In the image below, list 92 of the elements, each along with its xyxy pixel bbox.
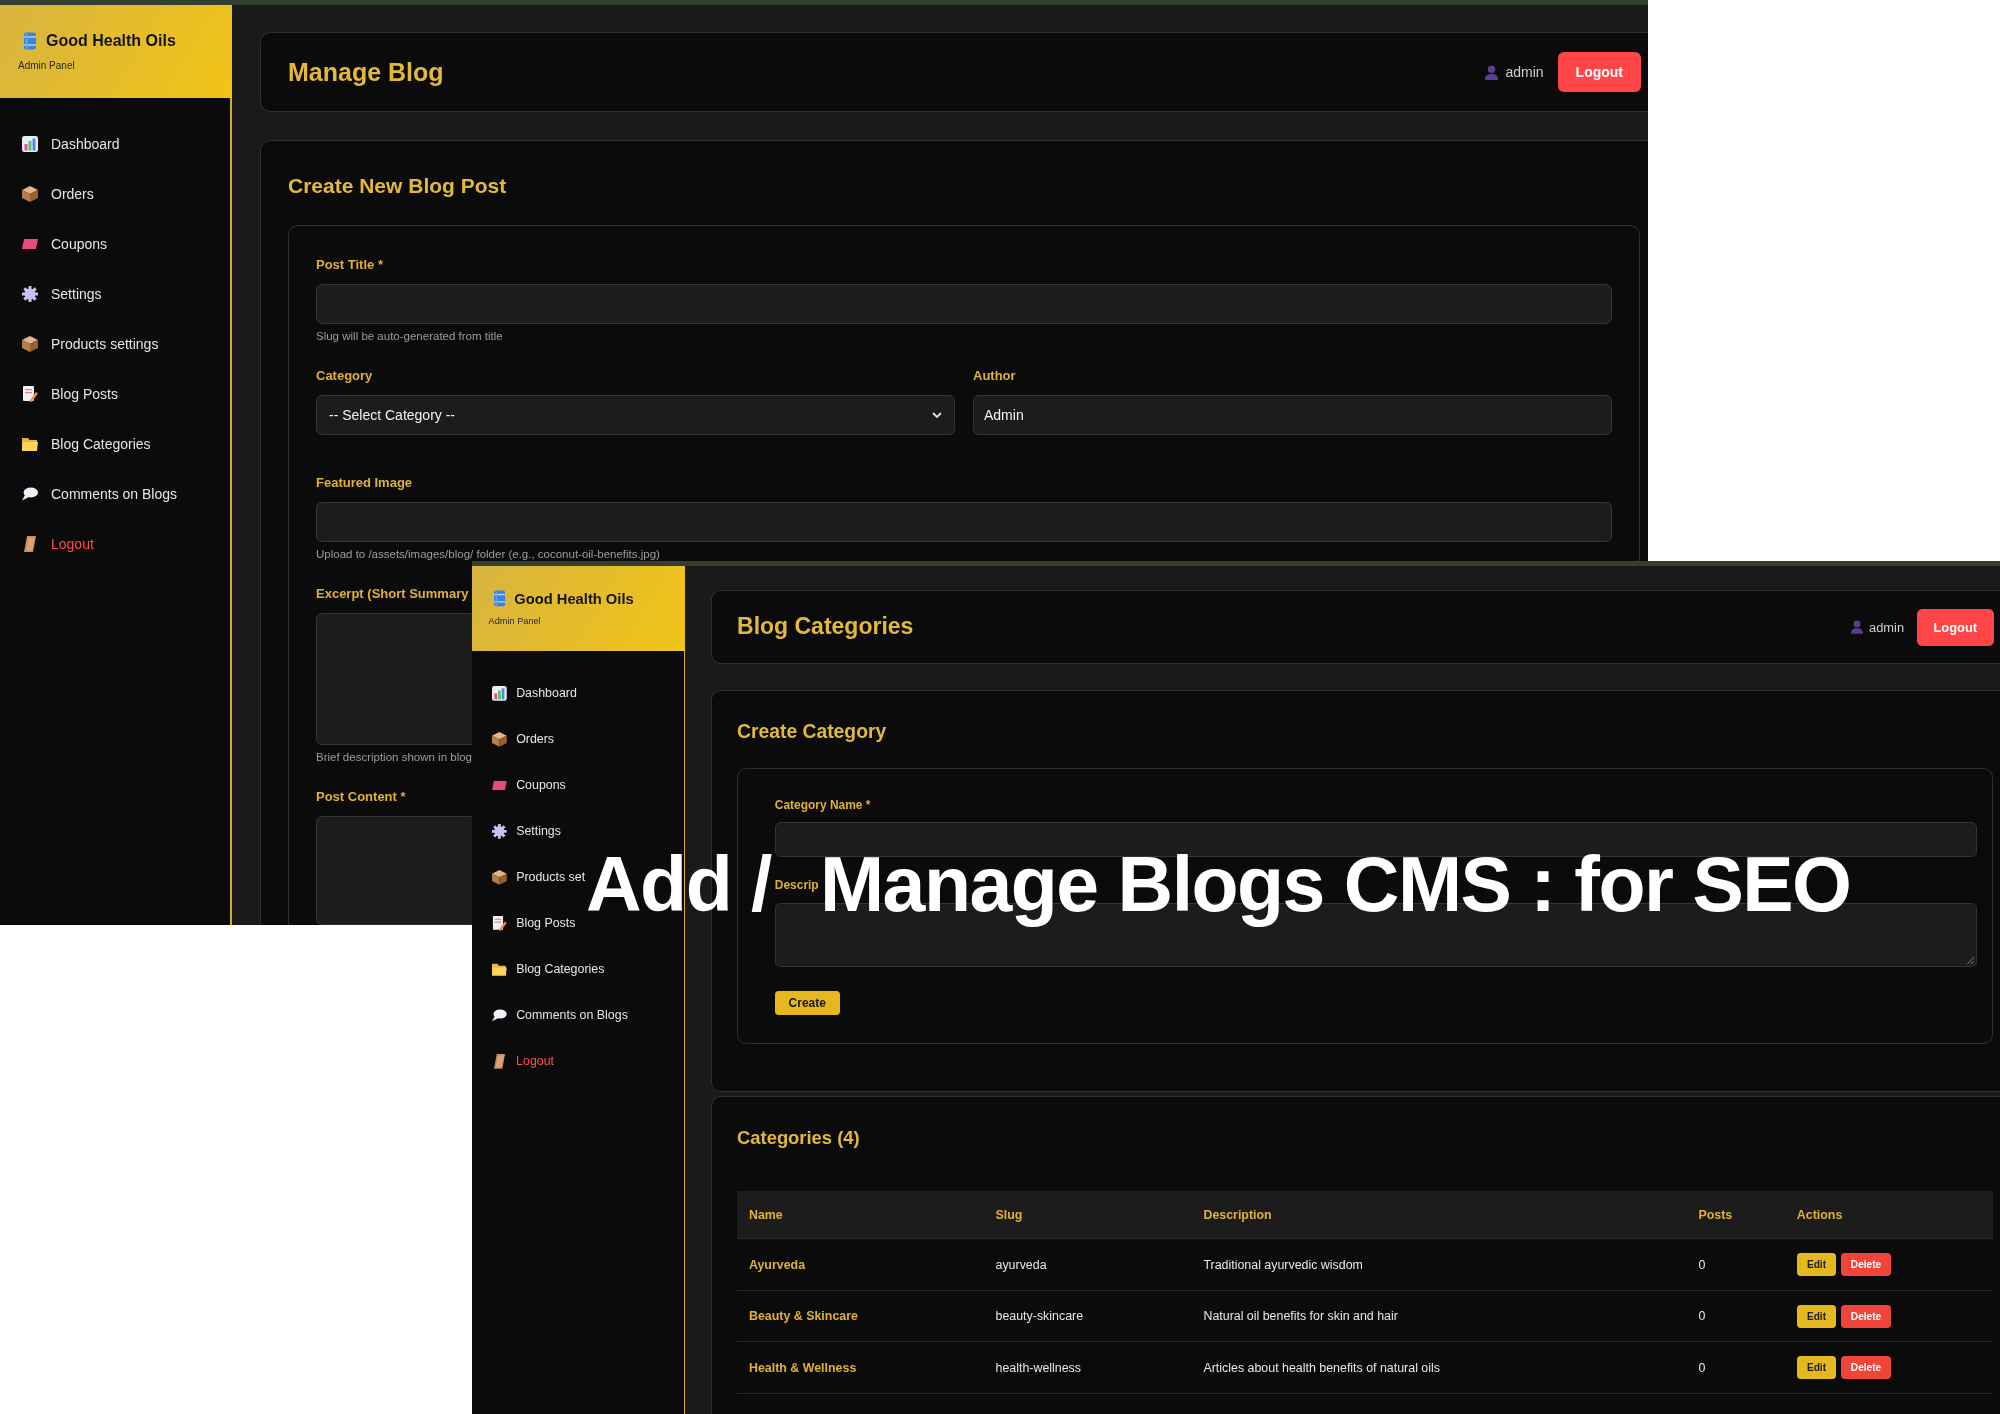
field-label: Post Content * [316, 789, 406, 805]
nav-link[interactable]: Products set [492, 869, 586, 886]
ticket-icon [492, 780, 507, 790]
nav-link[interactable]: Comments on Blogs [22, 485, 178, 503]
bar-chart-icon [492, 686, 507, 701]
table-cell: 0 [1698, 1309, 1706, 1324]
table-cell: ayurveda [995, 1257, 1047, 1272]
help-text: Brief description shown in blog [316, 751, 472, 763]
speech-bubble-icon [22, 486, 38, 502]
column-header: Actions [1796, 1207, 1843, 1222]
section-title: Create Category [737, 721, 887, 744]
oil-drum-icon [494, 590, 506, 607]
nav-link[interactable]: Settings [22, 285, 102, 303]
edit-button[interactable]: Edit [1796, 1253, 1837, 1276]
nav-link[interactable]: Products settings [22, 335, 159, 353]
door-icon [494, 1053, 506, 1069]
package-icon [492, 732, 507, 747]
section-title: Create New Blog Post [288, 174, 507, 198]
nav-link[interactable]: Logout [22, 535, 94, 553]
user-icon [1485, 64, 1499, 80]
nav-link[interactable]: Dashboard [22, 135, 120, 153]
nav-link[interactable]: Logout [492, 1053, 555, 1070]
table-cell: Beauty & Skincare [748, 1309, 858, 1324]
nav-link[interactable]: Blog Categories [22, 435, 151, 453]
nav-link[interactable]: Settings [492, 823, 561, 840]
brand-name: Good Health Oils [514, 589, 634, 608]
speech-bubble-icon [492, 1007, 507, 1023]
oil-drum-icon [24, 32, 36, 50]
page-title: Blog Categories [737, 613, 914, 641]
door-icon [24, 536, 36, 552]
package-icon [22, 336, 38, 352]
brand-subtitle: Admin Panel [488, 616, 541, 628]
field-label: Post Title * [316, 257, 383, 273]
field-label: Category [316, 368, 373, 384]
section-title: Categories (4) [737, 1127, 860, 1150]
edit-button[interactable]: Edit [1796, 1304, 1837, 1328]
nav-link[interactable]: Orders [22, 185, 94, 203]
package-icon [22, 186, 38, 202]
field-label: Category Name * [774, 797, 871, 813]
bar-chart-icon [22, 136, 38, 152]
field-label: Descrip [774, 878, 819, 894]
table-cell: beauty-skincare [995, 1309, 1084, 1324]
user-icon [1850, 620, 1863, 635]
nav-link[interactable]: Comments on Blogs [492, 1007, 628, 1024]
table-cell: Health & Wellness [748, 1360, 857, 1375]
table-cell: Natural oil benefits for skin and hair [1203, 1309, 1398, 1324]
settings-icon [492, 824, 507, 839]
table-cell: 0 [1698, 1360, 1706, 1375]
column-header: Name [748, 1207, 783, 1222]
nav-link[interactable]: Blog Posts [22, 385, 118, 403]
nav-link[interactable]: Dashboard [492, 685, 577, 702]
table-cell: health-wellness [995, 1360, 1082, 1375]
brand-name: Good Health Oils [46, 31, 176, 51]
delete-button[interactable]: Delete [1840, 1304, 1892, 1328]
ticket-icon [22, 239, 38, 249]
column-header: Slug [995, 1207, 1023, 1222]
table-cell: Articles about health benefits of natural oils [1203, 1360, 1440, 1375]
folder-icon [22, 436, 38, 452]
nav-link[interactable]: Coupons [492, 777, 566, 794]
package-icon [492, 870, 507, 885]
username-text: admin [1869, 619, 1905, 635]
help-text: Upload to /assets/images/blog/ folder (e.g., coconut-oil-benefits.jpg) [316, 548, 660, 560]
folder-icon [492, 962, 507, 977]
table-cell: Ayurveda [748, 1257, 806, 1272]
input-field[interactable]: Admin [973, 395, 1612, 435]
column-header: Description [1203, 1207, 1272, 1222]
input-field[interactable] [316, 284, 1612, 324]
table-cell: 0 [1698, 1257, 1706, 1272]
memo-icon [492, 916, 507, 931]
resize-handle-icon [1966, 956, 1975, 964]
field-label: Excerpt (Short Summary [316, 586, 469, 602]
field-label: Featured Image [316, 475, 413, 491]
memo-icon [22, 386, 38, 402]
brand-subtitle: Admin Panel [18, 60, 75, 72]
field-label: Author [973, 368, 1016, 384]
column-header: Posts [1698, 1207, 1733, 1222]
delete-button[interactable]: Delete [1840, 1253, 1892, 1276]
select-dropdown[interactable]: -- Select Category -- [316, 395, 955, 435]
settings-icon [22, 286, 38, 302]
input-field[interactable] [316, 502, 1612, 542]
edit-button[interactable]: Edit [1796, 1356, 1837, 1380]
username-text: admin [1505, 64, 1544, 80]
page-title: Manage Blog [288, 57, 444, 87]
nav-link[interactable]: Coupons [22, 235, 108, 253]
delete-button[interactable]: Delete [1840, 1356, 1892, 1380]
nav-link[interactable]: Blog Categories [492, 961, 605, 978]
help-text: Slug will be auto-generated from title [316, 330, 503, 342]
chevron-icon [932, 412, 942, 418]
nav-link[interactable]: Orders [492, 731, 555, 748]
nav-link[interactable]: Blog Posts [492, 915, 576, 932]
create-button[interactable]: Create [774, 990, 840, 1015]
table-cell: Traditional ayurvedic wisdom [1203, 1257, 1363, 1272]
